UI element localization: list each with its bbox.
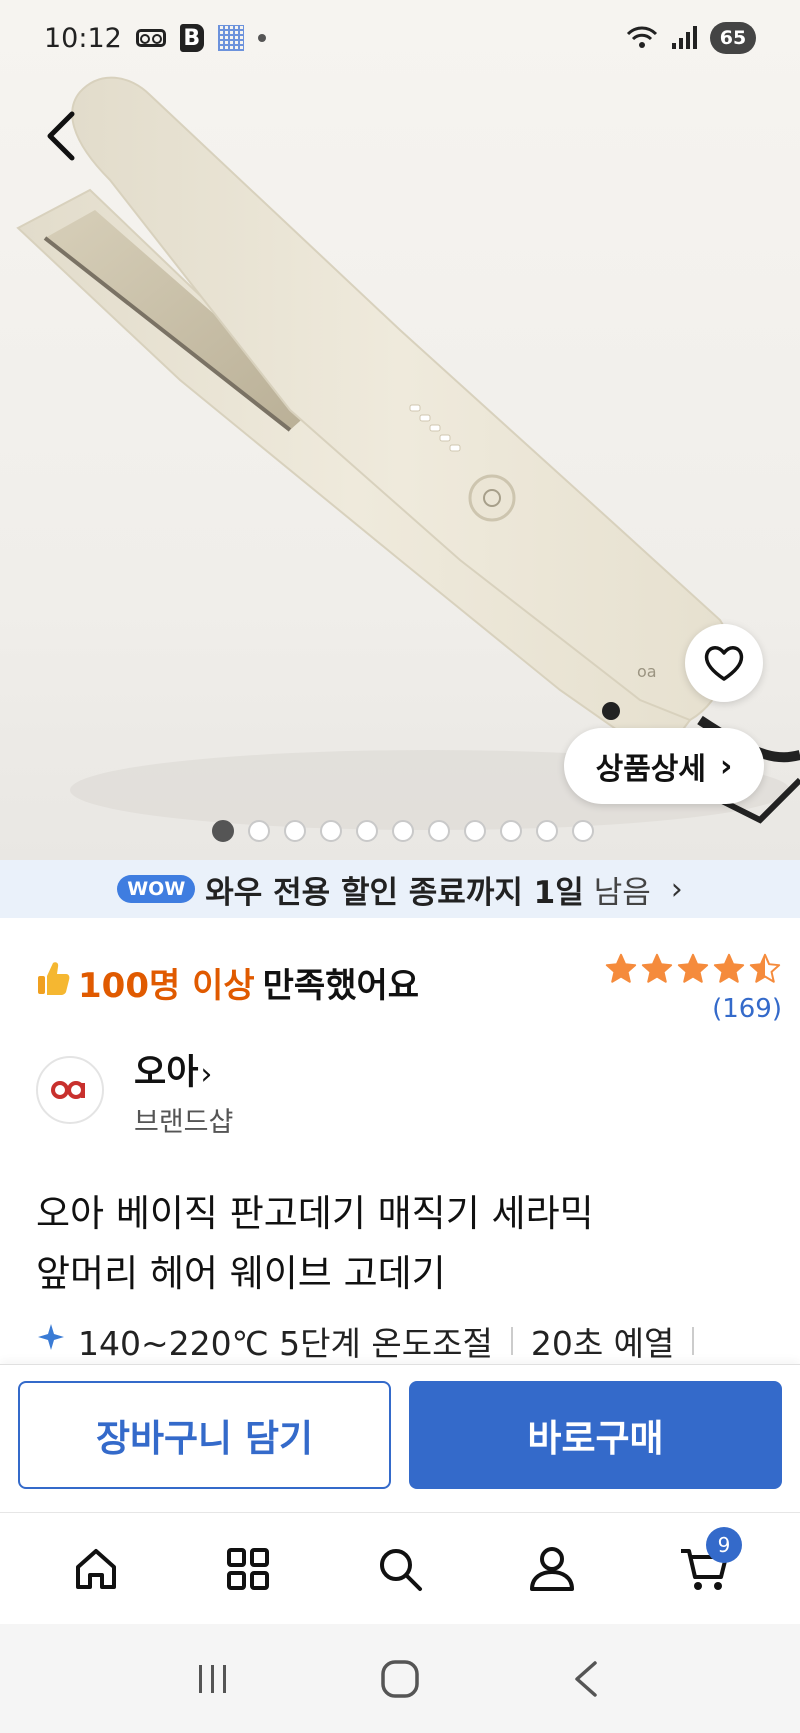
nav-cart[interactable]: 9 xyxy=(664,1526,744,1609)
star-icon xyxy=(749,953,781,983)
sparkle-icon xyxy=(36,1322,66,1360)
chevron-right-icon: › xyxy=(670,871,683,907)
app-notification-icon xyxy=(217,25,244,51)
nav-my-account[interactable] xyxy=(512,1529,592,1609)
chevron-left-icon xyxy=(47,111,75,161)
home-icon[interactable] xyxy=(378,1657,422,1701)
feature-highlights: 140~220℃ 5단계 온도조절 20초 예열 xyxy=(36,1318,800,1364)
pager-dot[interactable] xyxy=(320,820,342,842)
pager-dot[interactable] xyxy=(284,820,306,842)
svg-text:oa: oa xyxy=(637,662,657,681)
pager-dot[interactable] xyxy=(356,820,378,842)
image-pager xyxy=(212,820,594,842)
wow-banner-text: 와우 전용 할인 종료까지 1일 xyxy=(205,874,584,911)
wow-banner-remain: 남음 xyxy=(593,874,651,911)
back-button[interactable] xyxy=(42,108,82,164)
voicemail-icon xyxy=(135,29,166,47)
product-detail-label: 상품상세 xyxy=(595,752,707,787)
rating-summary[interactable]: (169) xyxy=(604,952,782,1024)
pager-dot[interactable] xyxy=(464,820,486,842)
pager-dot[interactable] xyxy=(212,820,234,842)
product-title: 오아 베이직 판고데기 매직기 세라믹 앞머리 헤어 웨이브 고데기 xyxy=(36,1184,776,1304)
star-icon xyxy=(641,953,673,983)
brand-subtitle: 브랜드샵 xyxy=(134,1107,234,1138)
battery-indicator: 65 xyxy=(710,22,756,54)
wow-discount-banner[interactable]: WOW 와우 전용 할인 종료까지 1일 남음 › xyxy=(0,860,800,918)
pager-dot[interactable] xyxy=(500,820,522,842)
signal-icon xyxy=(672,26,697,49)
bottom-navigation: 9 xyxy=(0,1512,800,1624)
status-bar: 10:12 B 65 xyxy=(0,0,800,76)
star-icon xyxy=(605,953,637,983)
feature-item: 20초 예열 xyxy=(530,1324,675,1363)
recents-icon[interactable] xyxy=(193,1659,233,1699)
satisfaction-suffix: 만족했어요 xyxy=(262,966,420,1006)
wifi-icon xyxy=(626,26,658,48)
nav-home[interactable] xyxy=(56,1529,136,1609)
brand-shop-link[interactable]: 오아› xyxy=(134,1044,212,1095)
nav-search[interactable] xyxy=(360,1529,440,1609)
feature-divider xyxy=(510,1327,513,1355)
back-icon[interactable] xyxy=(567,1659,607,1699)
satisfaction-count: 100명 이상 xyxy=(78,966,255,1006)
brand-logo[interactable] xyxy=(36,1056,104,1124)
search-icon xyxy=(380,1548,422,1591)
product-image-carousel[interactable]: oa 상품상세 › xyxy=(0,0,800,860)
product-detail-button[interactable]: 상품상세 › xyxy=(564,728,764,804)
star-icon xyxy=(713,953,745,983)
product-title-line-1: 오아 베이직 판고데기 매직기 세라믹 xyxy=(36,1192,594,1235)
nav-category[interactable] xyxy=(208,1529,288,1609)
pager-dot[interactable] xyxy=(392,820,414,842)
feature-divider xyxy=(692,1327,695,1355)
product-title-line-2: 앞머리 헤어 웨이브 고데기 xyxy=(36,1252,446,1295)
pager-dot[interactable] xyxy=(572,820,594,842)
brand-name: 오아 xyxy=(134,1053,199,1093)
pager-dot[interactable] xyxy=(536,820,558,842)
buy-now-button[interactable]: 바로구매 xyxy=(409,1381,782,1489)
profile-icon xyxy=(530,1546,574,1591)
star-icon xyxy=(677,953,709,983)
system-navigation-bar xyxy=(0,1624,800,1733)
wow-badge: WOW xyxy=(117,875,196,903)
chevron-right-icon: › xyxy=(200,1057,213,1092)
more-notifications-icon xyxy=(257,34,266,42)
b-app-icon: B xyxy=(179,24,204,52)
add-to-cart-button[interactable]: 장바구니 담기 xyxy=(18,1381,391,1489)
status-time: 10:12 xyxy=(44,22,122,54)
star-rating xyxy=(604,952,782,986)
chevron-right-icon: › xyxy=(720,748,733,784)
review-count[interactable]: (169) xyxy=(604,994,782,1024)
purchase-action-bar: 장바구니 담기 바로구매 xyxy=(0,1364,800,1514)
home-icon xyxy=(76,1548,116,1589)
pager-dot[interactable] xyxy=(428,820,450,842)
pager-dot[interactable] xyxy=(248,820,270,842)
feature-item: 140~220℃ 5단계 온도조절 xyxy=(78,1324,493,1363)
wishlist-button[interactable] xyxy=(685,624,763,702)
category-grid-icon xyxy=(227,1547,269,1590)
cart-count-badge: 9 xyxy=(706,1526,742,1563)
satisfaction-line: 100명 이상 만족했어요 xyxy=(36,958,419,1007)
thumbs-up-icon xyxy=(36,960,70,1005)
heart-icon xyxy=(704,646,744,681)
oa-logo-icon xyxy=(51,1081,85,1099)
